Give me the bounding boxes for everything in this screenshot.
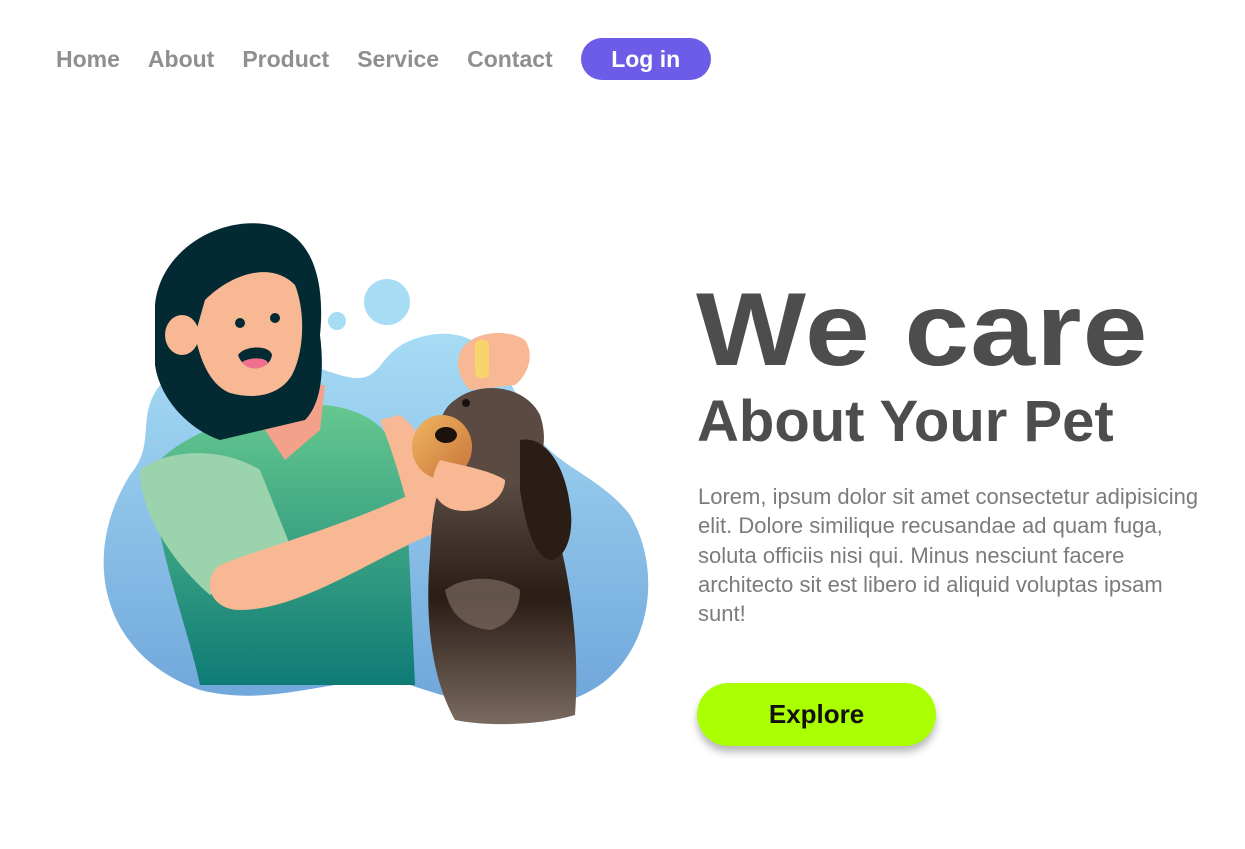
explore-button[interactable]: Explore <box>697 683 936 746</box>
woman-ear <box>165 315 199 355</box>
woman-eye-right <box>270 313 280 323</box>
nav-link-service[interactable]: Service <box>357 46 439 73</box>
nav-link-product[interactable]: Product <box>242 46 329 73</box>
nav-link-contact[interactable]: Contact <box>467 46 553 73</box>
main-nav: Home About Product Service Contact Log i… <box>56 38 711 80</box>
bubble-small <box>328 312 346 330</box>
dog-eye <box>462 399 470 407</box>
bubble-large <box>364 279 410 325</box>
hero-subtitle: About Your Pet <box>697 389 1114 454</box>
dog-nose <box>435 427 457 443</box>
woman-eye-left <box>235 318 245 328</box>
eye-dropper <box>475 340 489 378</box>
hero-description: Lorem, ipsum dolor sit amet consectetur … <box>698 484 1199 627</box>
hero-title: We care <box>696 272 1149 388</box>
nav-link-home[interactable]: Home <box>56 46 120 73</box>
landing-page: Home About Product Service Contact Log i… <box>0 0 1245 849</box>
login-button[interactable]: Log in <box>580 38 711 80</box>
woman-caring-for-dog-illustration <box>103 223 649 725</box>
nav-link-about[interactable]: About <box>148 46 214 73</box>
